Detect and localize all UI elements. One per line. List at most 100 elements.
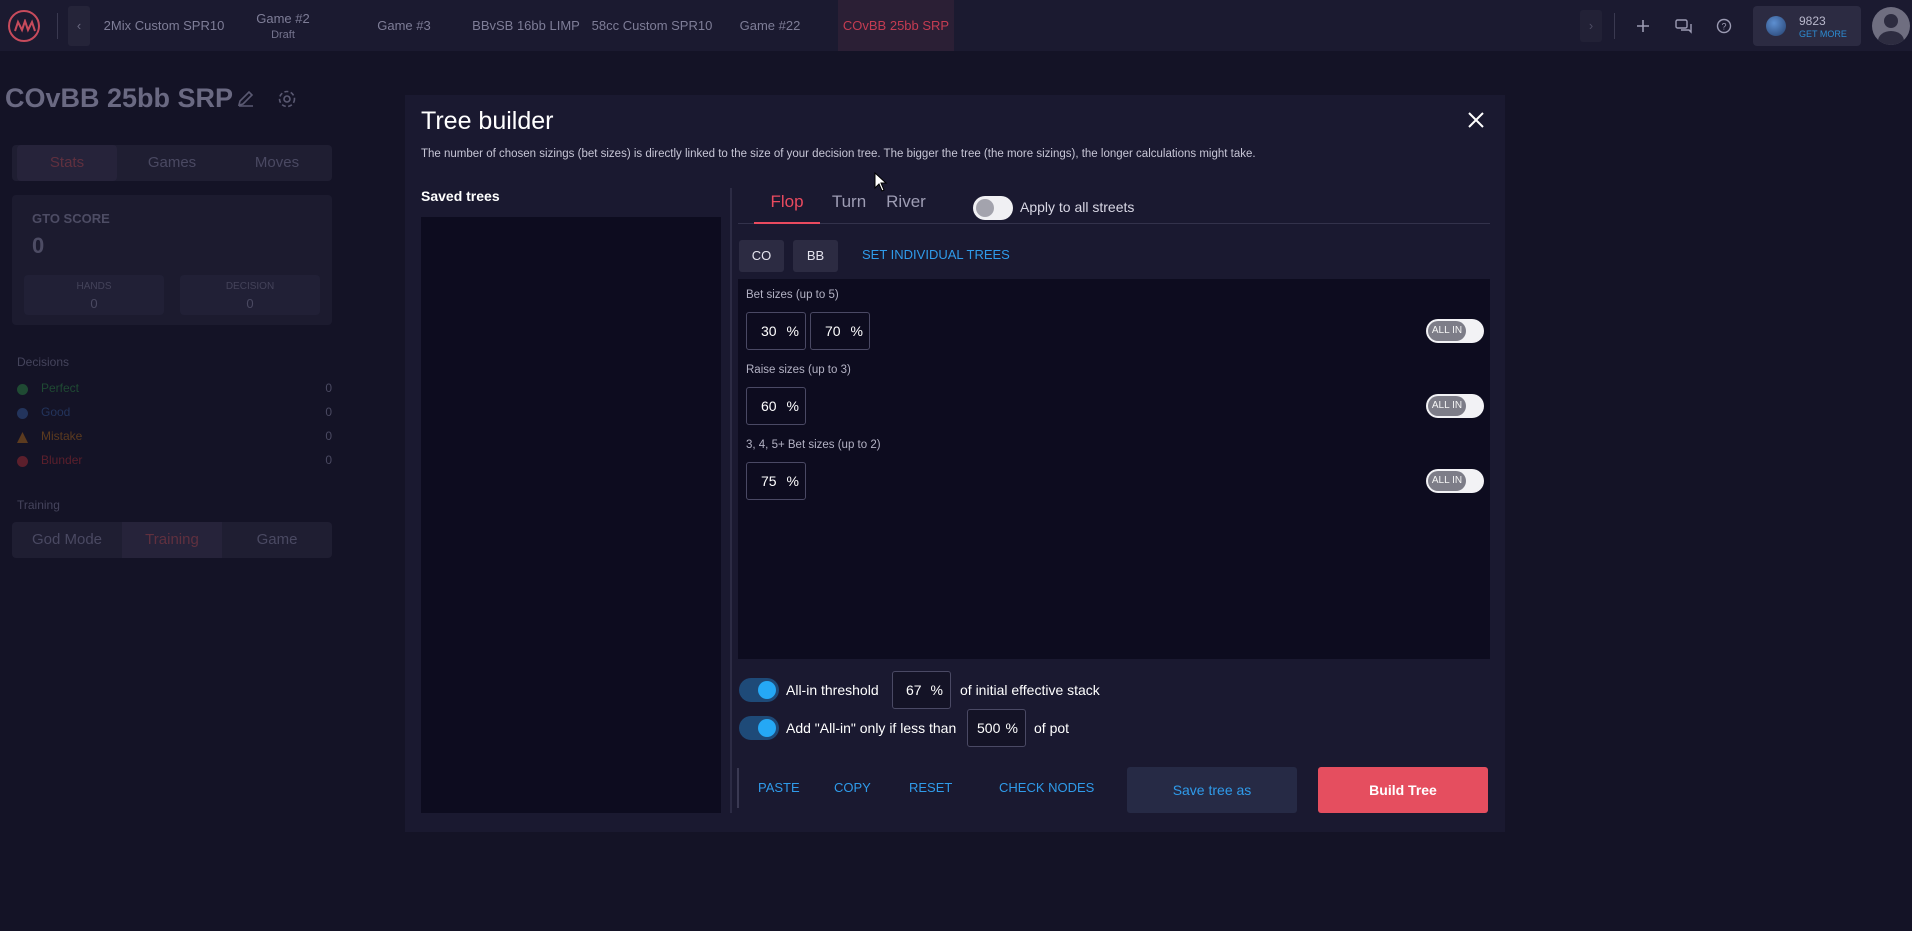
game-tab-label: Game #22: [739, 18, 801, 33]
set-individual-trees-link[interactable]: SET INDIVIDUAL TREES: [862, 247, 1010, 262]
dialog-title: Tree builder: [421, 107, 554, 135]
chat-icon[interactable]: [1672, 14, 1696, 38]
percent-symbol: %: [850, 323, 863, 339]
decision-row: Blunder 0: [17, 453, 332, 471]
game-tab[interactable]: Game #2 Draft: [240, 0, 326, 51]
game-tab[interactable]: BBvSB 16bb LIMP: [468, 0, 584, 51]
tab-stats[interactable]: Stats: [17, 145, 117, 181]
tab-turn[interactable]: Turn: [824, 188, 874, 224]
panel-tabs: Stats Games Moves: [12, 145, 332, 181]
tree-builder-dialog: Tree builder The number of chosen sizing…: [405, 95, 1505, 832]
mode-god[interactable]: God Mode: [17, 522, 117, 558]
check-icon: [17, 408, 28, 419]
settings-gear-icon[interactable]: [276, 88, 298, 115]
credits-widget[interactable]: 9823 GET MORE: [1753, 6, 1861, 46]
decisions-title: Decisions: [17, 355, 70, 369]
allin-threshold-label: All-in threshold: [786, 682, 879, 698]
percent-symbol: %: [786, 323, 799, 339]
game-tab[interactable]: 58cc Custom SPR10: [590, 0, 714, 51]
add-allin-input[interactable]: 500 %: [967, 709, 1026, 747]
check-nodes-button[interactable]: CHECK NODES: [999, 780, 1094, 795]
game-tab[interactable]: Game #3: [360, 0, 448, 51]
position-bb-button[interactable]: BB: [793, 240, 838, 272]
bet-size-value: 30: [761, 323, 777, 339]
mode-game[interactable]: Game: [227, 522, 327, 558]
game-tab[interactable]: Game #22: [722, 0, 818, 51]
mouse-cursor-icon: [874, 171, 888, 197]
toggle-knob: [758, 681, 776, 699]
bet-all-in-toggle[interactable]: ALL IN: [1426, 319, 1484, 343]
game-tab-active[interactable]: COvBB 25bb SRP: [838, 0, 954, 51]
plus-icon[interactable]: [1631, 14, 1655, 38]
copy-button[interactable]: COPY: [834, 780, 871, 795]
sizes-panel: Bet sizes (up to 5) 30 % 70 % ALL IN Rai…: [738, 279, 1490, 659]
gto-score-label: GTO SCORE: [32, 211, 110, 226]
apply-all-streets-toggle[interactable]: [973, 196, 1013, 220]
raise-size-input[interactable]: 60 %: [746, 387, 806, 425]
svg-text:?: ?: [1721, 22, 1726, 32]
add-allin-label: Add "All-in" only if less than: [786, 720, 957, 736]
tabs-next-button[interactable]: ›: [1580, 10, 1602, 42]
add-allin-value: 500: [977, 720, 1001, 736]
paste-button[interactable]: PASTE: [758, 780, 800, 795]
multi-bet-size-input[interactable]: 75 %: [746, 462, 806, 500]
game-tab-label: COvBB 25bb SRP: [842, 18, 950, 33]
bet-size-input[interactable]: 30 %: [746, 312, 806, 350]
bet-sizes-label: Bet sizes (up to 5): [746, 289, 839, 301]
game-tab-status: Draft: [271, 28, 295, 41]
app-logo-icon[interactable]: [8, 10, 40, 42]
decision-label: Mistake: [41, 429, 83, 443]
decision-row: Perfect 0: [17, 381, 332, 399]
game-tab-label: Game #2: [256, 10, 310, 26]
raise-sizes-label: Raise sizes (up to 3): [746, 364, 851, 376]
game-tab-label: 2Mix Custom SPR10: [103, 18, 225, 33]
multi-bet-all-in-toggle[interactable]: ALL IN: [1426, 469, 1484, 493]
decision-value: 0: [246, 296, 254, 311]
get-more-link[interactable]: GET MORE: [1799, 29, 1847, 39]
decision-label: Good: [41, 405, 71, 419]
build-tree-button[interactable]: Build Tree: [1318, 767, 1488, 813]
check-icon: [17, 384, 28, 395]
edit-icon[interactable]: [236, 88, 256, 113]
user-avatar[interactable]: [1872, 7, 1910, 45]
globe-icon: [1766, 16, 1786, 36]
tab-moves[interactable]: Moves: [227, 145, 327, 181]
mode-training[interactable]: Training: [122, 522, 222, 558]
hands-stat: HANDS 0: [24, 275, 164, 315]
raise-all-in-toggle[interactable]: ALL IN: [1426, 394, 1484, 418]
all-in-label: ALL IN: [1428, 471, 1466, 491]
bet-size-input[interactable]: 70 %: [810, 312, 870, 350]
decision-count: 0: [325, 405, 332, 419]
mode-selector: God Mode Training Game: [12, 522, 332, 558]
allin-threshold-toggle[interactable]: [739, 678, 779, 702]
divider: [1614, 13, 1615, 39]
all-in-label: ALL IN: [1428, 321, 1466, 341]
hands-value: 0: [90, 296, 98, 311]
training-title: Training: [17, 498, 60, 512]
toggle-knob: [758, 719, 776, 737]
game-tab-label: Game #3: [377, 18, 431, 33]
decision-row: Good 0: [17, 405, 332, 423]
allin-threshold-suffix: of initial effective stack: [960, 682, 1100, 698]
allin-threshold-value: 67: [906, 682, 922, 698]
reset-button[interactable]: RESET: [909, 780, 952, 795]
decision-stat: DECISION 0: [180, 275, 320, 315]
close-icon[interactable]: [1465, 109, 1487, 131]
help-icon[interactable]: ?: [1712, 14, 1736, 38]
tab-games[interactable]: Games: [122, 145, 222, 181]
saved-trees-label: Saved trees: [421, 188, 500, 204]
game-tab-label: BBvSB 16bb LIMP: [472, 18, 580, 33]
raise-size-value: 60: [761, 398, 777, 414]
add-allin-suffix: of pot: [1034, 720, 1070, 736]
add-allin-toggle[interactable]: [739, 716, 779, 740]
position-co-button[interactable]: CO: [739, 240, 784, 272]
hands-label: HANDS: [76, 281, 112, 292]
error-icon: [17, 456, 28, 467]
tabs-prev-button[interactable]: ‹: [68, 6, 90, 46]
stats-panel: Stats Games Moves GTO SCORE 0 HANDS 0 DE…: [12, 145, 332, 558]
allin-threshold-input[interactable]: 67 %: [892, 671, 951, 709]
save-tree-as-button[interactable]: Save tree as: [1127, 767, 1297, 813]
game-tab[interactable]: 2Mix Custom SPR10: [96, 0, 232, 51]
tab-flop[interactable]: Flop: [754, 188, 820, 224]
saved-trees-list[interactable]: [421, 217, 721, 813]
